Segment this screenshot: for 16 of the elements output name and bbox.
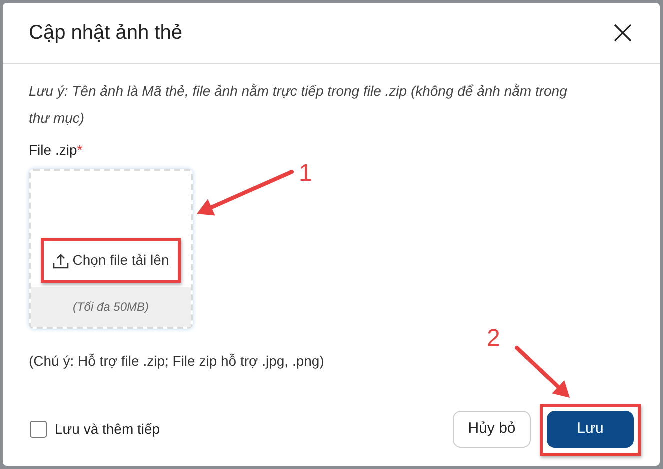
annotation-number: 2 bbox=[487, 327, 500, 351]
size-hint: (Tối đa 50MB) bbox=[72, 299, 150, 316]
required-mark: * bbox=[77, 141, 83, 160]
close-icon[interactable] bbox=[612, 22, 634, 44]
field-label: File .zip bbox=[29, 141, 78, 160]
annotation-number: 1 bbox=[299, 162, 312, 186]
checkbox[interactable] bbox=[30, 421, 47, 438]
dialog-title: Cập nhật ảnh thẻ bbox=[29, 21, 182, 45]
support-note: (Chú ý: Hỗ trợ file .zip; File zip hỗ trợ .jpg, .png) bbox=[29, 352, 326, 371]
arrow bbox=[515, 346, 570, 398]
upload-area[interactable]: Chọn file tải lên (Tối đa 50MB) bbox=[29, 169, 193, 329]
upload-icon bbox=[52, 252, 69, 268]
cancel-button[interactable]: Hủy bỏ bbox=[453, 411, 531, 448]
note-text: Lưu ý: Tên ảnh là Mã thẻ, file ảnh nằm trực tiếp trong file .zip (không để ảnh nằm trong thư mục) bbox=[29, 82, 568, 128]
save-button[interactable]: Lưu bbox=[547, 411, 634, 448]
checkbox-label: Lưu và thêm tiếp bbox=[55, 420, 160, 439]
